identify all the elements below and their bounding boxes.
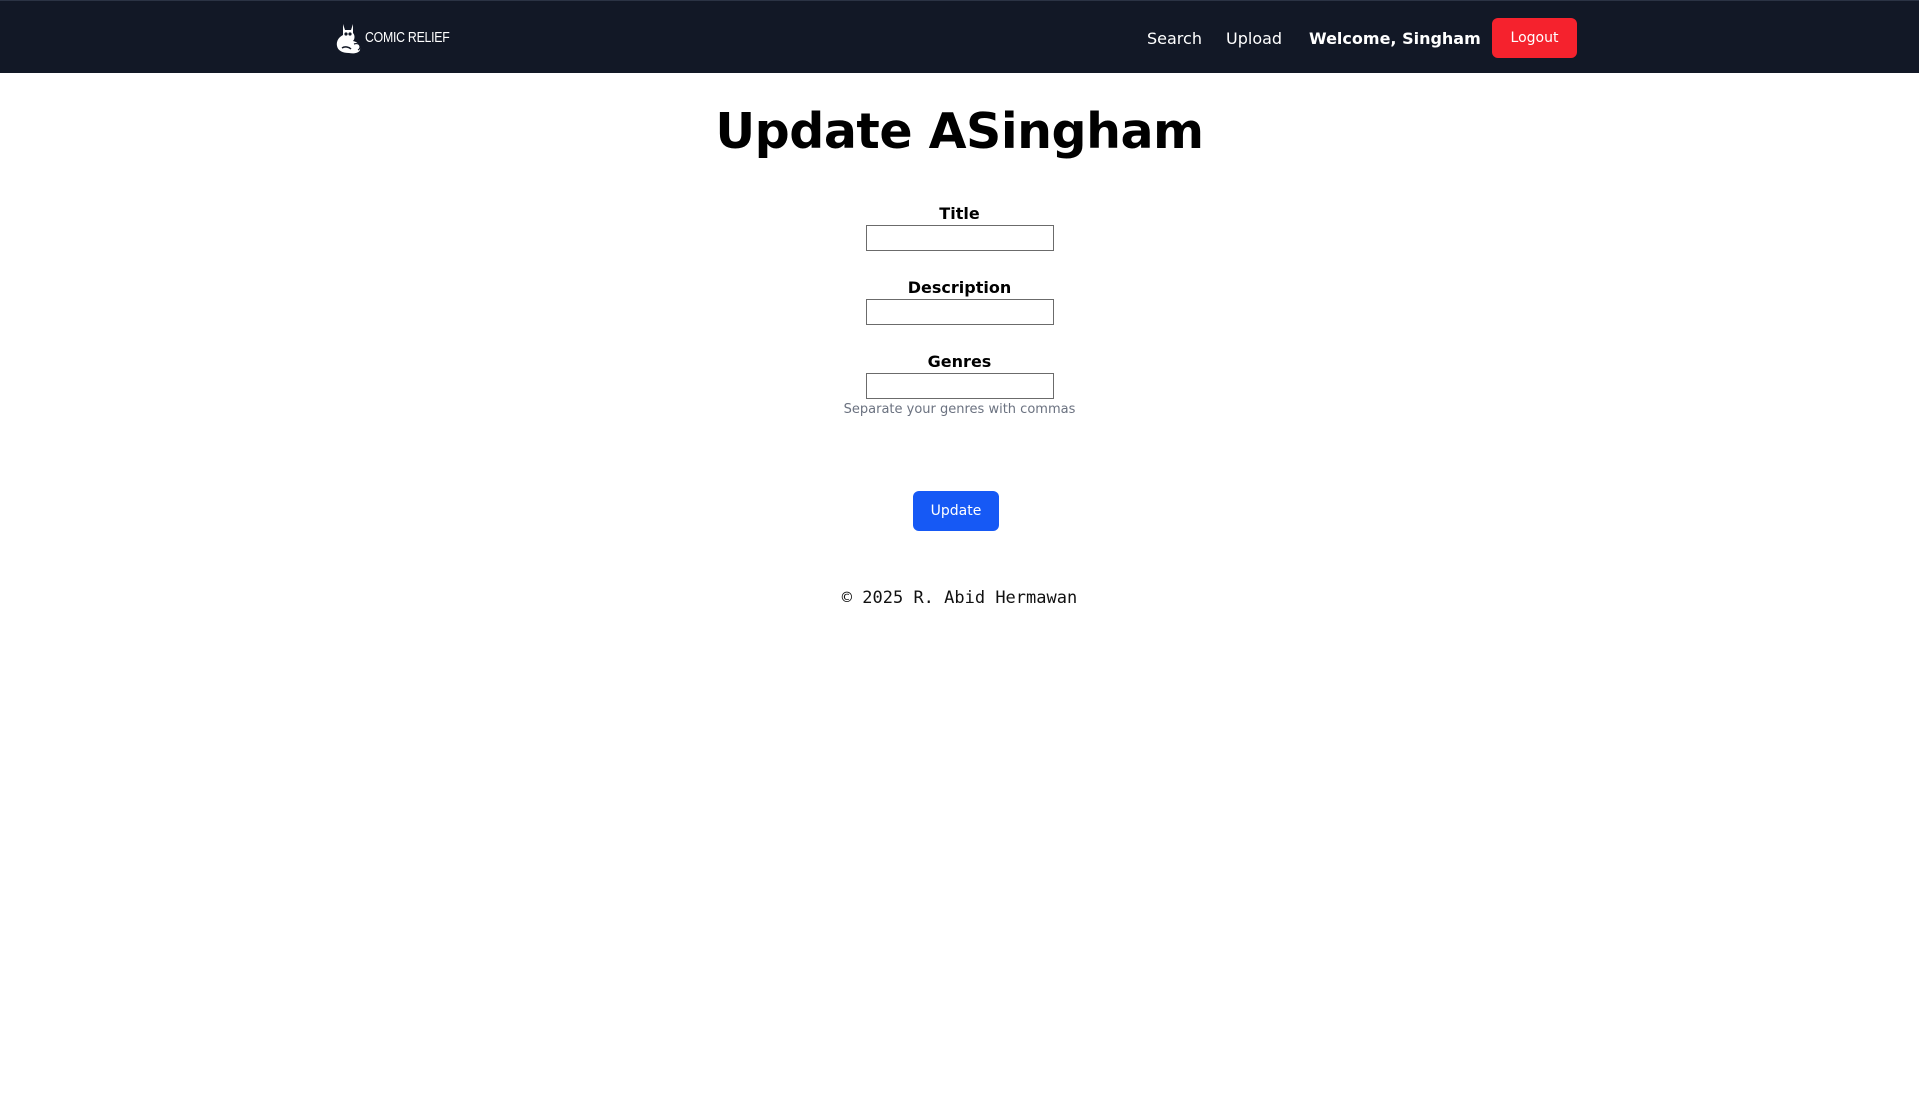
nav-upload-link[interactable]: Upload [1226, 27, 1282, 51]
page-title: Update ASingham [715, 103, 1204, 160]
nav-search-link[interactable]: Search [1147, 27, 1202, 51]
brand-logo-link[interactable]: Comic Relief [334, 19, 468, 55]
welcome-text: Welcome, Singham [1309, 29, 1481, 48]
description-input[interactable] [866, 299, 1054, 325]
description-label: Description [907, 278, 1012, 297]
brand-name: Comic Relief [365, 28, 450, 46]
genres-label: Genres [927, 352, 992, 371]
footer-copyright: © 2025 R. Abid Hermawan [841, 588, 1078, 608]
cat-icon [334, 20, 364, 54]
title-input[interactable] [866, 225, 1054, 251]
title-label: Title [939, 204, 980, 223]
update-button[interactable]: Update [913, 491, 999, 531]
logout-button[interactable]: Logout [1492, 18, 1577, 58]
genres-hint: Separate your genres with commas [843, 402, 1076, 417]
navbar: Comic Relief Search Upload Welcome, Sing… [0, 0, 1919, 73]
genres-input[interactable] [866, 373, 1054, 399]
